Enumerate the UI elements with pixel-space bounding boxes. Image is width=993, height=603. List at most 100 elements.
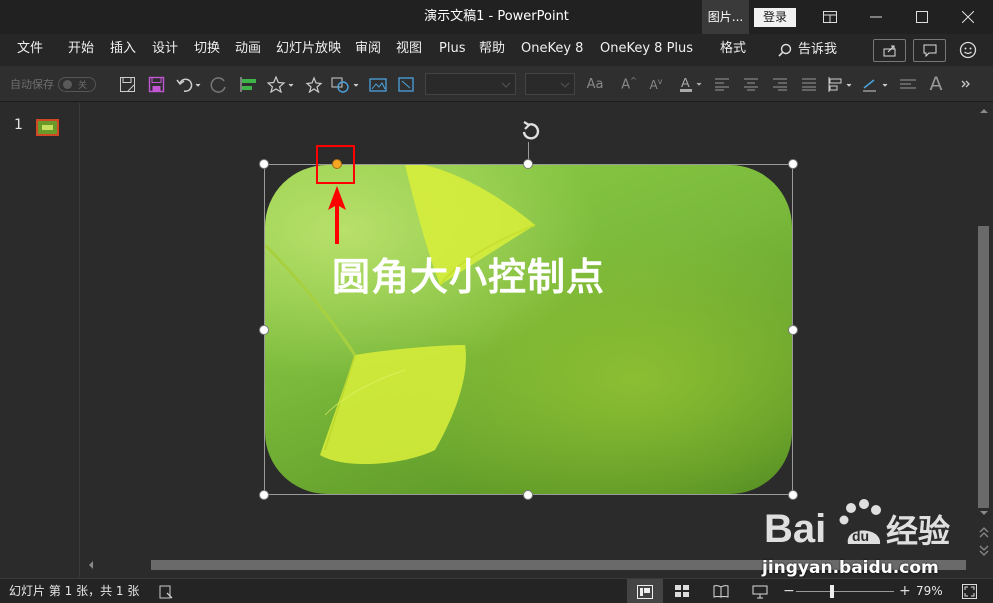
zoom-slider-thumb[interactable] (830, 585, 834, 598)
rotation-handle[interactable] (518, 120, 544, 144)
rotate-dropdown-button[interactable] (860, 73, 892, 95)
text-direction-button[interactable] (898, 73, 918, 95)
align-right-button[interactable] (771, 73, 789, 95)
menu-review[interactable]: 审阅 (355, 34, 381, 66)
zoom-slider-track[interactable] (796, 591, 894, 592)
font-name-dropdown[interactable] (425, 73, 516, 95)
text-style-button[interactable]: A (926, 73, 946, 95)
align-dropdown-button[interactable] (826, 73, 856, 95)
menu-insert[interactable]: 插入 (110, 34, 136, 66)
crop-picture-button[interactable] (395, 73, 417, 95)
fit-to-window-button[interactable] (962, 584, 977, 599)
increase-font-button[interactable]: A^ (620, 73, 638, 95)
autosave-switch[interactable]: 关 (58, 76, 96, 92)
zoom-out-button[interactable]: − (783, 579, 795, 603)
red-arrow-up-icon (328, 186, 346, 244)
autosave-toggle[interactable]: 自动保存 关 (10, 73, 110, 95)
undo-button[interactable] (175, 73, 203, 95)
maximize-button[interactable] (899, 0, 945, 34)
decrease-font-button[interactable]: Av (647, 73, 665, 95)
ribbon-display-options-button[interactable] (807, 0, 853, 34)
resize-handle-top[interactable] (523, 159, 533, 169)
star-shape-icon (267, 75, 294, 93)
star-shape-button[interactable] (266, 73, 296, 95)
menu-view[interactable]: 视图 (396, 34, 422, 66)
vertical-scroll-thumb[interactable] (978, 226, 989, 508)
favorite-button[interactable] (303, 73, 325, 95)
slide-thumbnail[interactable] (36, 119, 59, 136)
minimize-button[interactable] (853, 0, 899, 34)
toolbar-more-button[interactable] (958, 73, 974, 95)
normal-view-button[interactable] (627, 579, 663, 603)
picture-tools-context-tab[interactable]: 图片... (702, 0, 749, 34)
menu-slideshow[interactable]: 幻灯片放映 (276, 34, 341, 66)
font-size-dropdown[interactable] (525, 73, 575, 95)
close-button[interactable] (945, 0, 991, 34)
scroll-up-icon (980, 109, 988, 113)
status-bar: 幻灯片 第 1 张，共 1 张 − + 79% (0, 578, 993, 603)
slideshow-button[interactable] (752, 584, 768, 600)
save-button[interactable] (146, 73, 166, 95)
menu-plus[interactable]: Plus (439, 34, 465, 66)
menu-onekey8[interactable]: OneKey 8 (521, 34, 583, 66)
menu-onekey8-plus[interactable]: OneKey 8 Plus (600, 34, 693, 66)
align-center-button[interactable] (742, 73, 760, 95)
align-objects-button[interactable] (238, 73, 260, 95)
align-objects-dropdown-icon (828, 76, 852, 92)
zoom-in-button[interactable]: + (899, 579, 911, 603)
chevron-down-icon (501, 82, 511, 88)
menu-format[interactable]: 格式 (720, 34, 746, 66)
resize-handle-top-left[interactable] (259, 159, 269, 169)
resize-handle-right[interactable] (788, 325, 798, 335)
resize-handle-left[interactable] (259, 325, 269, 335)
feedback-smiley-button[interactable] (959, 41, 977, 59)
watermark-url: jingyan.baidu.com (762, 558, 939, 578)
menu-animations[interactable]: 动画 (235, 34, 261, 66)
chevron-down-icon (560, 82, 570, 88)
text-direction-icon (900, 79, 916, 88)
menu-file[interactable]: 文件 (17, 34, 43, 66)
slide-sorter-button[interactable] (674, 584, 690, 600)
login-button[interactable]: 登录 (754, 8, 796, 27)
text-style-icon: A (929, 73, 943, 95)
switch-knob-icon (63, 79, 72, 89)
redo-button[interactable] (208, 73, 230, 95)
resize-handle-bottom-right[interactable] (788, 490, 798, 500)
share-button[interactable] (873, 39, 906, 62)
svg-text:A: A (681, 75, 690, 90)
align-left-button[interactable] (713, 73, 731, 95)
reading-view-button[interactable] (713, 584, 729, 600)
font-color-button[interactable]: A (678, 73, 706, 95)
decrease-font-icon: Av (649, 76, 663, 92)
menu-help[interactable]: 帮助 (479, 34, 505, 66)
undo-icon (176, 78, 201, 92)
slide-thumbnail-pane: 1 (0, 103, 80, 577)
resize-handle-top-right[interactable] (788, 159, 798, 169)
smiley-icon (959, 41, 977, 59)
shape-fill-button[interactable] (330, 73, 362, 95)
comments-button[interactable] (913, 39, 946, 62)
save-as-button[interactable] (117, 73, 137, 95)
slide-sorter-icon (675, 585, 689, 597)
align-right-icon (773, 78, 787, 91)
zoom-level[interactable]: 79% (916, 579, 943, 603)
picture-effect-button[interactable] (367, 73, 389, 95)
align-center-icon (744, 78, 758, 91)
accessibility-icon (159, 585, 173, 599)
menu-home[interactable]: 开始 (68, 34, 94, 66)
menu-design[interactable]: 设计 (152, 34, 178, 66)
accessibility-button[interactable] (158, 584, 174, 600)
menu-transitions[interactable]: 切换 (194, 34, 220, 66)
slideshow-icon (752, 585, 768, 599)
double-chevron-right-icon (961, 80, 970, 88)
justify-button[interactable] (800, 73, 818, 95)
align-objects-icon (240, 76, 256, 92)
resize-handle-bottom[interactable] (523, 490, 533, 500)
shape-fill-icon (331, 77, 359, 93)
tell-me-box[interactable]: 告诉我 (778, 34, 837, 66)
autosave-state: 关 (78, 80, 88, 91)
resize-handle-bottom-left[interactable] (259, 490, 269, 500)
maximize-icon (916, 11, 928, 23)
comment-icon (923, 44, 936, 57)
change-case-button[interactable]: Aa (582, 73, 608, 95)
